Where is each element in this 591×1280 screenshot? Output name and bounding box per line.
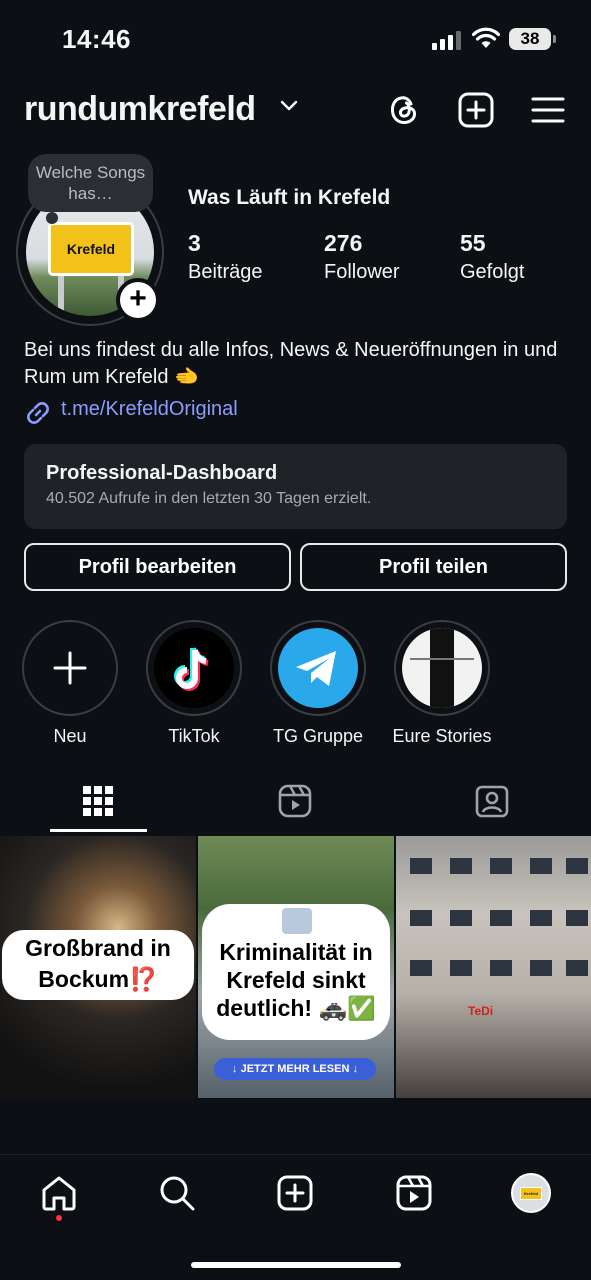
stat-following[interactable]: 55 Gefolgt	[460, 230, 524, 284]
active-tab-indicator	[50, 829, 147, 832]
reels-icon[interactable]	[394, 1173, 434, 1213]
status-bar: 14:46 38	[0, 0, 591, 80]
link-url[interactable]: t.me/KrefeldOriginal	[61, 398, 238, 421]
home-icon[interactable]	[39, 1173, 79, 1213]
highlight-telegram[interactable]: TG Gruppe	[270, 620, 366, 747]
reels-icon	[278, 784, 312, 818]
highlight-new[interactable]: Neu	[22, 620, 118, 747]
profile-note[interactable]: Welche Songs has…	[28, 154, 153, 212]
chart-icon	[282, 908, 312, 934]
highlight-tiktok[interactable]: TikTok	[146, 620, 242, 747]
dashboard-title: Professional-Dashboard	[46, 462, 278, 484]
highlight-label: Neu	[53, 726, 87, 746]
dashboard-subtitle: 40.502 Aufrufe in den letzten 30 Tagen e…	[46, 490, 372, 507]
post-thumbnail[interactable]: Kriminalität in Krefeld sinkt deutlich! …	[198, 836, 394, 1098]
threads-icon[interactable]	[384, 90, 424, 130]
highlight-label: Eure Stories	[392, 726, 492, 746]
profile-avatar[interactable]: Krefeld	[511, 1173, 551, 1213]
home-indicator	[191, 1262, 401, 1268]
menu-icon[interactable]	[528, 90, 568, 130]
search-icon[interactable]	[157, 1173, 197, 1213]
create-icon[interactable]	[456, 90, 496, 130]
chevron-down-icon[interactable]	[280, 100, 298, 112]
profile-bio: Bei uns findest du alle Infos, News & Ne…	[24, 339, 558, 388]
add-story-button[interactable]: +	[116, 278, 160, 322]
story-thumbnail	[402, 628, 482, 708]
read-more-label: ↓ JETZT MEHR LESEN ↓	[214, 1058, 376, 1080]
highlight-label: TG Gruppe	[272, 726, 364, 746]
grid-icon	[83, 786, 113, 816]
stat-followers[interactable]: 276 Follower	[324, 230, 400, 284]
plus-icon: +	[120, 282, 156, 318]
tab-reels[interactable]	[197, 770, 394, 834]
post-caption: Kriminalität in Krefeld sinkt deutlich! …	[202, 904, 390, 1040]
professional-dashboard[interactable]: Professional-Dashboard 40.502 Aufrufe in…	[24, 444, 567, 529]
tab-tagged[interactable]	[394, 770, 591, 834]
post-thumbnail[interactable]: Großbrand in Bockum⁉️	[0, 836, 196, 1098]
notification-dot	[56, 1215, 62, 1221]
stat-posts[interactable]: 3 Beiträge	[188, 230, 263, 284]
share-profile-button[interactable]: Profil teilen	[300, 543, 567, 591]
highlight-eure-stories[interactable]: Eure Stories	[392, 620, 492, 747]
post-caption: Großbrand in Bockum⁉️	[2, 930, 194, 1000]
cellular-signal-icon	[432, 30, 462, 50]
post-thumbnail[interactable]: TeDi	[396, 836, 591, 1098]
profile-tabs	[0, 770, 591, 834]
battery-indicator: 38	[509, 28, 556, 50]
posts-grid: Großbrand in Bockum⁉️ Kriminalität in Kr…	[0, 836, 591, 1098]
store-sign: TeDi	[468, 1004, 494, 1018]
tab-posts-grid[interactable]	[0, 770, 197, 834]
create-icon[interactable]	[275, 1173, 315, 1213]
profile-header: rundumkrefeld	[0, 82, 591, 138]
edit-profile-button[interactable]: Profil bearbeiten	[24, 543, 291, 591]
wifi-icon	[472, 27, 500, 48]
tagged-icon	[475, 785, 509, 818]
note-tail	[46, 212, 58, 224]
highlight-label: TikTok	[168, 726, 220, 746]
link-icon	[27, 402, 49, 424]
display-name: Was Läuft in Krefeld	[188, 186, 391, 209]
avatar-sign: Krefeld	[48, 222, 134, 276]
status-time: 14:46	[62, 24, 131, 54]
account-username[interactable]: rundumkrefeld	[24, 90, 256, 129]
tiktok-logo	[154, 628, 234, 708]
telegram-logo	[278, 628, 358, 708]
plus-icon	[53, 651, 87, 685]
